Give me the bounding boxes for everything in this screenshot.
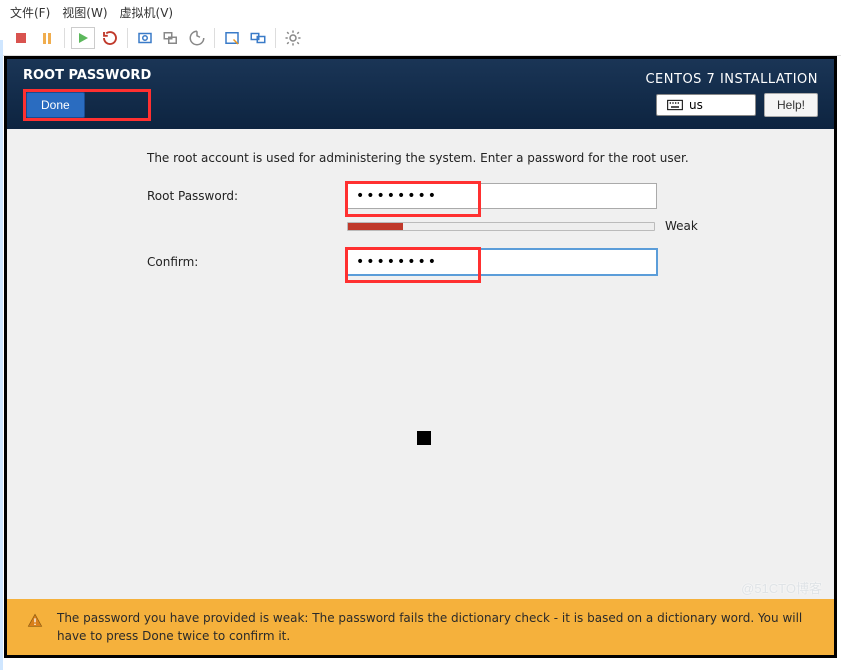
settings-button[interactable] bbox=[282, 27, 304, 49]
root-password-input[interactable] bbox=[347, 183, 657, 209]
menu-view[interactable]: 视图(W) bbox=[62, 4, 107, 21]
play-button[interactable] bbox=[71, 27, 95, 49]
warning-text: The password you have provided is weak: … bbox=[57, 609, 816, 645]
done-button[interactable]: Done bbox=[26, 92, 85, 118]
confirm-password-input[interactable] bbox=[347, 249, 657, 275]
stop-button[interactable] bbox=[10, 27, 32, 49]
page-title: ROOT PASSWORD bbox=[23, 68, 151, 83]
restart-button[interactable] bbox=[99, 27, 121, 49]
keyboard-label: us bbox=[689, 98, 703, 112]
lead-text: The root account is used for administeri… bbox=[147, 151, 774, 165]
keyboard-selector[interactable]: us bbox=[656, 94, 756, 116]
menu-vm[interactable]: 虚拟机(V) bbox=[120, 4, 174, 21]
strength-meter bbox=[347, 222, 655, 231]
installation-title: CENTOS 7 INSTALLATION bbox=[645, 72, 818, 87]
help-button[interactable]: Help! bbox=[764, 93, 818, 117]
watermark: @51CTO博客 bbox=[741, 578, 822, 597]
snapshot-manager-button[interactable] bbox=[160, 27, 182, 49]
highlight-box-done: Done bbox=[23, 89, 151, 121]
vm-toolbar bbox=[0, 25, 841, 56]
installer-header: ROOT PASSWORD Done CENTOS 7 INSTALLATION… bbox=[7, 59, 834, 129]
vm-guest-frame: ROOT PASSWORD Done CENTOS 7 INSTALLATION… bbox=[4, 56, 837, 658]
strength-label: Weak bbox=[665, 219, 698, 233]
warning-bar: The password you have provided is weak: … bbox=[7, 599, 834, 655]
text-cursor-icon bbox=[417, 431, 431, 445]
fullscreen-button[interactable] bbox=[221, 27, 243, 49]
warning-icon bbox=[27, 613, 43, 629]
pause-button[interactable] bbox=[36, 27, 58, 49]
keyboard-icon bbox=[667, 99, 683, 111]
revert-button[interactable] bbox=[186, 27, 208, 49]
menu-file[interactable]: 文件(F) bbox=[10, 4, 50, 21]
installer-body: The root account is used for administeri… bbox=[7, 129, 834, 275]
snapshot-button[interactable] bbox=[134, 27, 156, 49]
vm-menubar: 文件(F) 视图(W) 虚拟机(V) bbox=[0, 0, 841, 25]
unity-button[interactable] bbox=[247, 27, 269, 49]
highlight-box-password bbox=[347, 183, 657, 209]
highlight-box-confirm bbox=[347, 249, 657, 275]
confirm-label: Confirm: bbox=[147, 255, 327, 269]
root-password-label: Root Password: bbox=[147, 189, 327, 203]
